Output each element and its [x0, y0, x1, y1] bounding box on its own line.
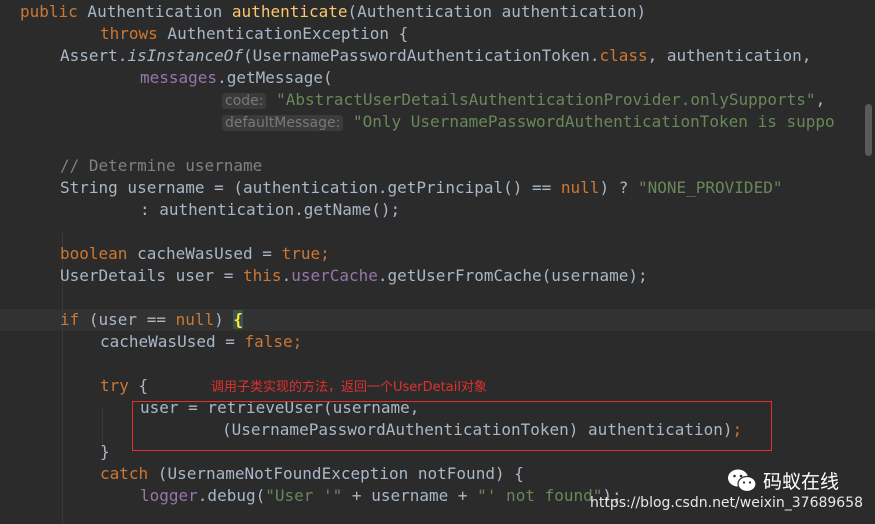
if-cond-close: )	[214, 310, 234, 329]
code-line-4[interactable]: messages.getMessage(	[140, 67, 333, 89]
field-messages: messages	[140, 68, 218, 87]
code-line-2[interactable]: throws AuthenticationException {	[100, 23, 408, 45]
code-line-1[interactable]: public Authentication authenticate(Authe…	[20, 1, 646, 23]
keyword-null: null	[175, 310, 215, 329]
string-code: "AbstractUserDetailsAuthenticationProvid…	[276, 90, 816, 109]
code-line-3[interactable]: Assert.isInstanceOf(UsernamePasswordAuth…	[60, 45, 811, 67]
watermark-brand: 码蚁在线	[763, 471, 840, 493]
param-hint-code: code:	[222, 93, 267, 109]
keyword-throws: throws	[100, 24, 158, 43]
vertical-scrollbar[interactable]	[861, 0, 875, 524]
keyword-boolean: boolean	[60, 244, 128, 263]
string-not-found: "' not found"	[477, 486, 603, 505]
code-line-21[interactable]: }	[100, 441, 110, 463]
code-line-5[interactable]: code: "AbstractUserDetailsAuthentication…	[222, 89, 825, 111]
wechat-watermark: 码蚁在线	[727, 467, 839, 494]
cache-assign: cacheWasUsed =	[100, 332, 245, 351]
code-line-6[interactable]: defaultMessage: "Only UsernamePasswordAu…	[222, 111, 835, 133]
cache-decl: cacheWasUsed =	[127, 244, 282, 263]
param-hint-default-message: defaultMessage:	[222, 115, 344, 131]
string-user: "User '"	[265, 486, 343, 505]
try-brace: {	[128, 376, 149, 395]
username-decl: String username = (authentication.getPri…	[60, 178, 561, 197]
annotation-highlight-box	[132, 401, 772, 451]
code-line-12[interactable]: boolean cacheWasUsed = true;	[60, 243, 330, 265]
assert-arg-rest: , authentication,	[647, 46, 812, 65]
code-line-15[interactable]: if (user == null) {	[60, 309, 244, 331]
code-line-13[interactable]: UserDetails user = this.userCache.getUse…	[60, 265, 648, 287]
keyword-false: false	[244, 332, 293, 351]
method-name-authenticate: authenticate	[231, 2, 348, 21]
code-line-18[interactable]: try {	[100, 375, 148, 397]
keyword-this: this	[243, 266, 282, 285]
if-cond-open: (user ==	[79, 310, 176, 329]
concat-username: + username +	[342, 486, 478, 505]
user-decl: UserDetails user =	[60, 266, 244, 285]
semicolon: ;	[292, 332, 303, 351]
ternary-op: ) ?	[599, 178, 638, 197]
keyword-class: class	[599, 46, 648, 65]
code-line-22[interactable]: catch (UsernameNotFoundException notFoun…	[100, 463, 524, 485]
wechat-icon	[728, 469, 757, 492]
semicolon: ;	[320, 244, 330, 263]
dot: .	[281, 266, 292, 285]
string-default-message: "Only UsernamePasswordAuthenticationToke…	[352, 112, 835, 131]
code-line-16[interactable]: cacheWasUsed = false;	[100, 331, 302, 353]
keyword-catch: catch	[100, 464, 149, 483]
return-type: Authentication	[77, 2, 232, 21]
throws-exception: AuthenticationException {	[157, 24, 409, 43]
method-is-instance-of: isInstanceOf	[127, 46, 244, 65]
annotation-label: 调用子类实现的方法，返回一个UserDetail对象	[211, 380, 487, 395]
assert-arg-open: (UsernamePasswordAuthenticationToken.	[243, 46, 600, 65]
assert-prefix: Assert.	[60, 46, 128, 65]
call-debug: .debug(	[197, 486, 266, 505]
field-user-cache: userCache	[291, 266, 378, 285]
code-line-8[interactable]: // Determine username	[60, 155, 262, 177]
field-logger: logger	[140, 486, 198, 505]
code-line-9[interactable]: String username = (authentication.getPri…	[60, 177, 782, 199]
code-line-10[interactable]: : authentication.getName();	[140, 199, 400, 221]
call-get-message: .getMessage(	[217, 68, 333, 87]
keyword-if: if	[60, 310, 80, 329]
comma: ,	[815, 90, 826, 109]
string-none-provided: "NONE_PROVIDED"	[637, 178, 783, 197]
keyword-try: try	[100, 376, 129, 395]
matched-brace: {	[233, 310, 244, 329]
catch-clause: (UsernameNotFoundException notFound) {	[148, 464, 524, 483]
code-editor[interactable]: public Authentication authenticate(Authe…	[0, 0, 875, 524]
url-watermark: https://blog.csdn.net/weixin_37689658	[590, 495, 864, 511]
keyword-true: true	[281, 244, 321, 263]
method-params: (Authentication authentication)	[347, 2, 647, 21]
code-line-23[interactable]: logger.debug("User '" + username + "' no…	[140, 485, 622, 507]
call-get-user-from-cache: .getUserFromCache(username);	[377, 266, 648, 285]
scrollbar-thumb[interactable]	[865, 104, 872, 156]
keyword-null: null	[560, 178, 600, 197]
keyword-public: public	[20, 2, 78, 21]
